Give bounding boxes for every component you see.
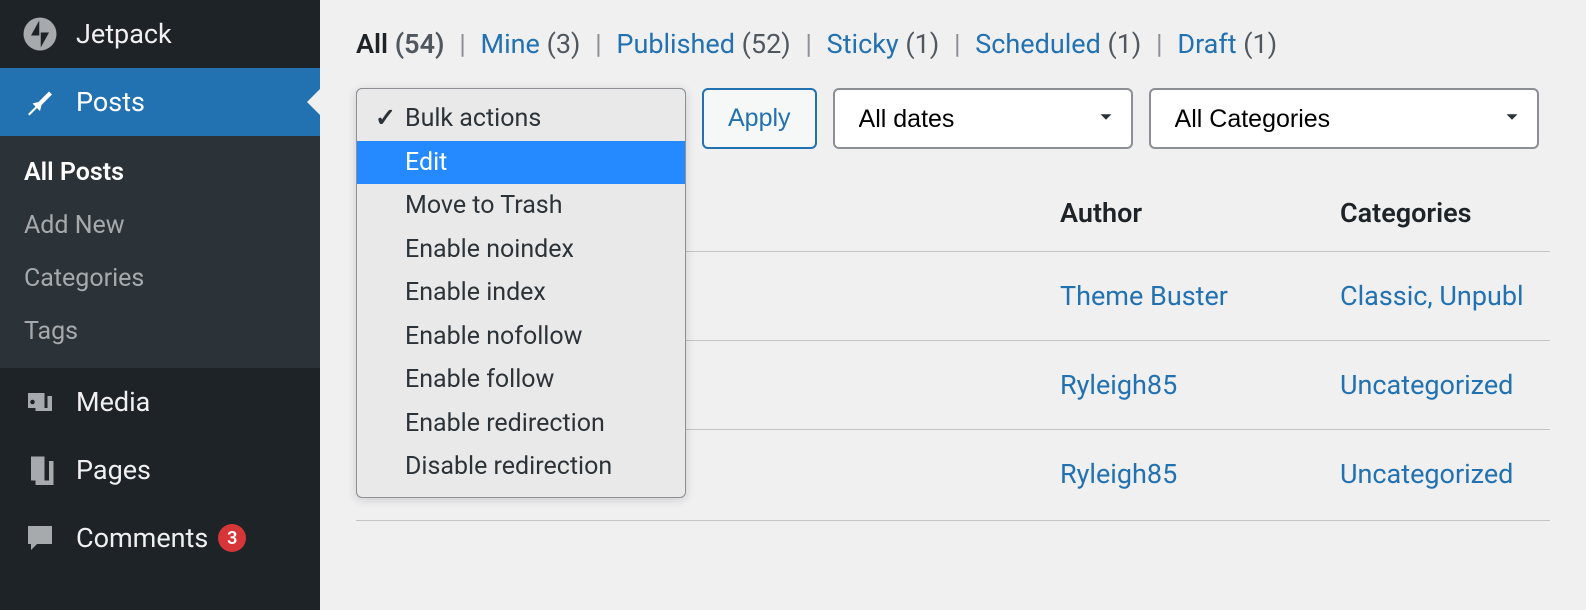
bulk-actions-wrap: Bulk actions Edit Move to Trash Enable n… xyxy=(356,88,686,149)
post-author-link[interactable]: Ryleigh85 xyxy=(1060,369,1340,401)
bulk-option-disable-redirection[interactable]: Disable redirection xyxy=(357,445,685,489)
pages-icon xyxy=(22,452,58,488)
sidebar-item-media[interactable]: Media xyxy=(0,368,320,436)
main-content: All (54) | Mine (3) | Published (52) | S… xyxy=(320,0,1586,610)
sidebar-item-label: Media xyxy=(76,386,150,418)
bulk-actions-dropdown: Bulk actions Edit Move to Trash Enable n… xyxy=(356,88,686,498)
post-categories-link[interactable]: Uncategorized xyxy=(1340,458,1550,490)
comments-count-badge: 3 xyxy=(218,524,246,552)
sidebar-item-label: Jetpack xyxy=(76,18,172,50)
filter-all[interactable]: All (54) xyxy=(356,28,451,60)
sidebar-item-label: Posts xyxy=(76,86,145,118)
sidebar-item-label: Comments xyxy=(76,522,208,554)
filter-published[interactable]: Published (52) xyxy=(616,28,797,60)
post-categories-link[interactable]: Uncategorized xyxy=(1340,369,1550,401)
admin-sidebar: Jetpack Posts All Posts Add New Categori… xyxy=(0,0,320,610)
bulk-option-enable-follow[interactable]: Enable follow xyxy=(357,358,685,402)
post-categories-link[interactable]: Classic, Unpubl xyxy=(1340,280,1550,312)
pin-icon xyxy=(22,84,58,120)
bulk-option-enable-redirection[interactable]: Enable redirection xyxy=(357,402,685,446)
bulk-option-bulk-actions[interactable]: Bulk actions xyxy=(357,97,685,141)
jetpack-icon xyxy=(22,16,58,52)
sidebar-item-jetpack[interactable]: Jetpack xyxy=(0,0,320,68)
bulk-option-enable-index[interactable]: Enable index xyxy=(357,271,685,315)
column-categories: Categories xyxy=(1340,197,1550,229)
sidebar-sub-all-posts[interactable]: All Posts xyxy=(0,146,320,199)
apply-button[interactable]: Apply xyxy=(702,88,817,149)
filter-sticky[interactable]: Sticky (1) xyxy=(827,28,946,60)
date-filter-select[interactable]: All dates xyxy=(833,88,1133,149)
sidebar-item-posts[interactable]: Posts xyxy=(0,68,320,136)
table-controls: Bulk actions Edit Move to Trash Enable n… xyxy=(356,88,1550,149)
post-author-link[interactable]: Theme Buster xyxy=(1060,280,1340,312)
bulk-option-enable-nofollow[interactable]: Enable nofollow xyxy=(357,315,685,359)
bulk-option-enable-noindex[interactable]: Enable noindex xyxy=(357,228,685,272)
filter-links: All (54) | Mine (3) | Published (52) | S… xyxy=(356,28,1550,60)
category-filter-select[interactable]: All Categories xyxy=(1149,88,1539,149)
sidebar-sub-categories[interactable]: Categories xyxy=(0,252,320,305)
bulk-option-trash[interactable]: Move to Trash xyxy=(357,184,685,228)
sidebar-sub-tags[interactable]: Tags xyxy=(0,305,320,358)
filter-mine[interactable]: Mine (3) xyxy=(481,28,588,60)
bulk-option-edit[interactable]: Edit xyxy=(357,141,685,185)
sidebar-posts-submenu: All Posts Add New Categories Tags xyxy=(0,136,320,368)
sidebar-item-pages[interactable]: Pages xyxy=(0,436,320,504)
filter-scheduled[interactable]: Scheduled (1) xyxy=(975,28,1148,60)
sidebar-sub-add-new[interactable]: Add New xyxy=(0,199,320,252)
media-icon xyxy=(22,384,58,420)
sidebar-item-label: Pages xyxy=(76,454,151,486)
filter-draft[interactable]: Draft (1) xyxy=(1177,28,1277,60)
sidebar-item-comments[interactable]: Comments 3 xyxy=(0,504,320,572)
comments-icon xyxy=(22,520,58,556)
column-author[interactable]: Author xyxy=(1060,197,1340,229)
post-author-link[interactable]: Ryleigh85 xyxy=(1060,458,1340,490)
